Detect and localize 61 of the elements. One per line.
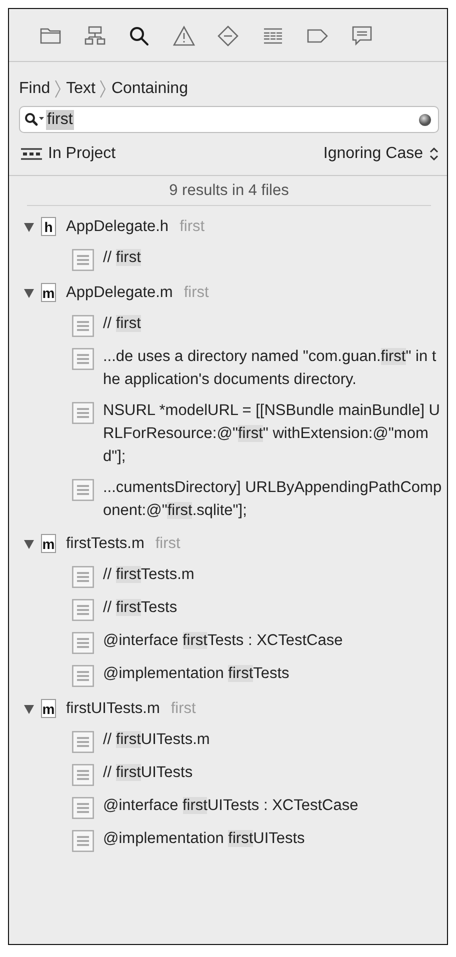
case-popup-button[interactable]: Ignoring Case <box>323 145 439 163</box>
text-lines-icon <box>72 402 94 424</box>
text-lines-icon <box>72 315 94 337</box>
match-hint: first <box>180 218 205 236</box>
text-lines-icon <box>72 764 94 786</box>
breadcrumb-item[interactable]: Find <box>19 80 50 98</box>
match-text[interactable]: // firstUITests.m <box>103 728 210 751</box>
chevron-icon <box>54 79 62 99</box>
text-lines-icon <box>72 599 94 621</box>
file-name[interactable]: AppDelegate.m <box>66 284 173 302</box>
breadcrumb-item[interactable]: Text <box>66 80 96 98</box>
diamond-icon[interactable] <box>217 25 240 47</box>
match-hint: first <box>155 534 180 552</box>
breadcrumb-item[interactable]: Containing <box>111 80 188 98</box>
match-text[interactable]: @implementation firstTests <box>103 662 290 685</box>
text-lines-icon <box>72 348 94 370</box>
disclosure-triangle-icon[interactable] <box>23 220 35 232</box>
match-text[interactable]: NSURL *modelURL = [[NSBundle mainBundle] URLForResource:@"first" withExtension:@"momd"]; <box>103 399 443 468</box>
match-text[interactable]: // firstTests <box>103 596 178 619</box>
match-text[interactable]: @implementation firstUITests <box>103 827 305 850</box>
match-text[interactable]: ...de uses a directory named "com.guan.first" in the application's documents directory. <box>103 345 443 391</box>
match-text[interactable]: @interface firstUITests : XCTestCase <box>103 794 358 817</box>
match-text[interactable]: // first <box>103 246 141 269</box>
text-lines-icon <box>72 731 94 753</box>
disclosure-triangle-icon[interactable] <box>23 702 35 714</box>
text-lines-icon <box>72 830 94 852</box>
text-lines-icon <box>72 665 94 687</box>
match-text[interactable]: @interface firstTests : XCTestCase <box>103 629 343 652</box>
text-lines-icon <box>72 566 94 588</box>
up-down-chevron-icon <box>429 147 439 161</box>
circle-icon <box>418 112 432 126</box>
match-text[interactable]: // firstTests.m <box>103 563 194 586</box>
file-name[interactable]: firstUITests.m <box>66 700 160 718</box>
hierarchy-icon[interactable] <box>84 25 106 47</box>
file-badge: m <box>41 699 56 718</box>
chevron-icon <box>99 79 108 99</box>
match-hint: first <box>184 284 209 302</box>
search-icon[interactable] <box>128 25 150 47</box>
match-hint: first <box>170 700 196 718</box>
file-name[interactable]: AppDelegate.h <box>66 218 169 236</box>
disclosure-triangle-icon[interactable] <box>23 538 35 550</box>
selected-text: first <box>46 110 74 130</box>
scope-icon <box>21 148 42 160</box>
speech-bubble-icon[interactable] <box>350 25 373 47</box>
match-text[interactable]: // firstUITests <box>103 761 193 784</box>
match-text[interactable]: // first <box>103 312 141 335</box>
text-lines-icon <box>72 479 94 501</box>
file-badge: m <box>41 534 56 553</box>
warning-icon[interactable] <box>172 25 195 47</box>
search-field[interactable]: first <box>19 106 439 133</box>
text-lines-icon <box>72 632 94 654</box>
file-badge: h <box>41 217 56 236</box>
scope-button[interactable]: In Project <box>21 145 116 163</box>
search-menu-icon[interactable] <box>24 112 46 128</box>
disclosure-triangle-icon[interactable] <box>23 286 35 298</box>
file-name[interactable]: firstTests.m <box>66 534 144 552</box>
file-badge: m <box>41 283 56 302</box>
text-lines-icon <box>72 249 94 271</box>
results-summary: 9 results in 4 files <box>27 176 431 206</box>
match-text[interactable]: ...cumentsDirectory] URLByAppendingPathComponent:@"first.sqlite"]; <box>103 476 443 522</box>
text-lines-icon <box>72 797 94 819</box>
